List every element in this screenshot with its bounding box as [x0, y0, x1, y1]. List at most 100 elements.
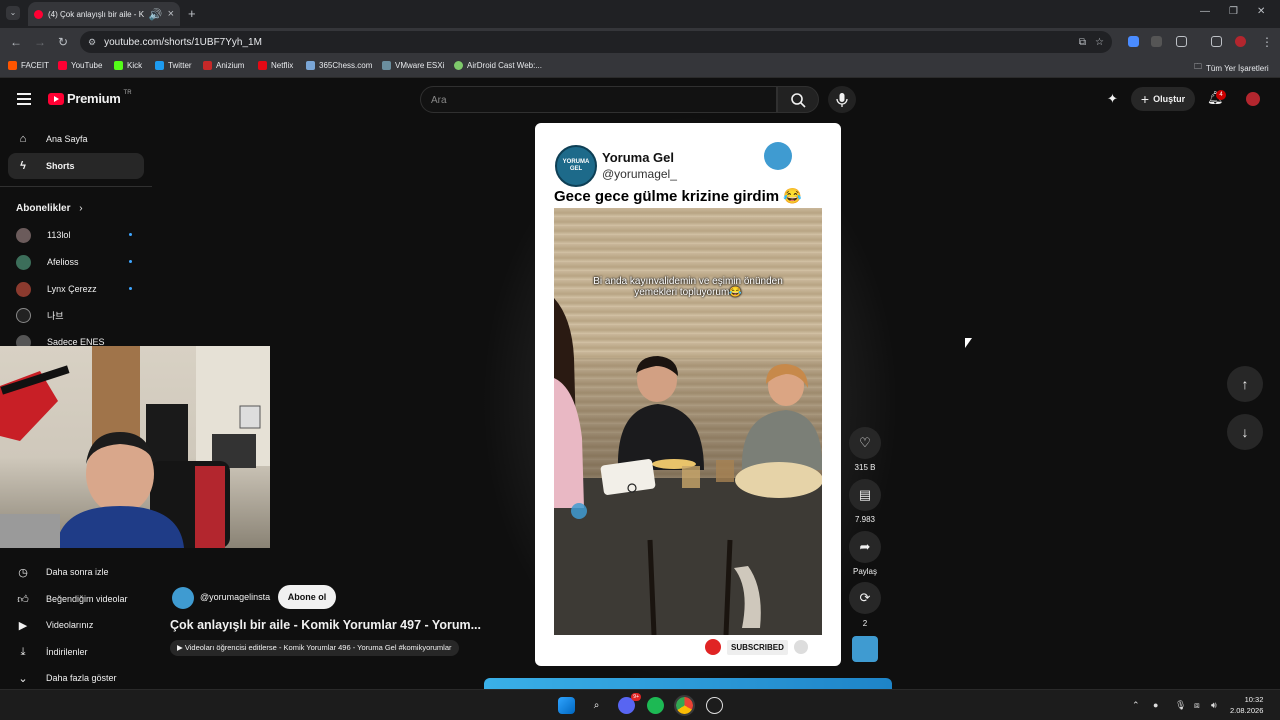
microphone-tray-icon[interactable]: 🎙︎: [1175, 700, 1186, 711]
meta-channel-handle[interactable]: @yorumagelinsta: [200, 592, 270, 602]
windows-taskbar: ⌕ 9+ ⌃ ● 🎙︎ ⧈ 🔊︎ 10:32 2.08.2026: [0, 689, 1280, 720]
address-bar[interactable]: ⚙ youtube.com/shorts/1UBF7Yyh_1M ⧉ ☆: [80, 31, 1112, 53]
previous-short-button[interactable]: ↑: [1227, 366, 1263, 402]
bell-icon: [793, 640, 808, 654]
sound-channel-thumbnail[interactable]: [852, 636, 878, 662]
remix-icon: ⟳: [859, 590, 871, 605]
bookmark-kick[interactable]: Kick: [114, 61, 142, 70]
create-button[interactable]: + Oluştur: [1131, 87, 1195, 111]
bookmark-faceit[interactable]: FACEIT: [8, 61, 49, 70]
start-windows-icon[interactable]: [558, 697, 575, 714]
channel-avatar: [16, 281, 31, 297]
tab-close-icon[interactable]: ×: [168, 8, 174, 20]
extension-icon[interactable]: [1128, 36, 1139, 47]
card-channel-handle: @yorumagel_: [602, 167, 677, 181]
clock-date: 2.08.2026: [1230, 706, 1264, 715]
extension-icon[interactable]: [1151, 36, 1162, 47]
bookmark-star-icon[interactable]: ☆: [1095, 37, 1104, 48]
cast-icon[interactable]: ⧉: [1079, 37, 1086, 48]
new-content-dot: [129, 233, 132, 236]
voice-search-button[interactable]: [828, 86, 856, 113]
steam-tray-icon[interactable]: ●: [1153, 700, 1158, 710]
bookmark-netflix[interactable]: Netflix: [258, 61, 293, 70]
network-icon[interactable]: ⧈: [1194, 700, 1200, 711]
volume-icon[interactable]: 🔊︎: [1211, 700, 1217, 711]
new-tab-button[interactable]: +: [188, 6, 196, 21]
bookmark-365chess[interactable]: 365Chess.com: [306, 61, 372, 70]
next-short-button[interactable]: ↓: [1227, 414, 1263, 450]
webcam-overlay: [0, 346, 270, 548]
youtube-favicon: [34, 9, 43, 19]
taskbar-search-icon[interactable]: ⌕: [588, 697, 605, 714]
sidebar-item-liked-videos[interactable]: 👍︎ Beğendiğim videolar: [8, 586, 144, 612]
subscription-item[interactable]: Lynx Çerezz: [16, 279, 136, 299]
youtube-logo[interactable]: Premium TR: [48, 90, 132, 106]
subscription-item[interactable]: 113lol: [16, 225, 136, 245]
tab-search-button[interactable]: ⌄: [6, 6, 20, 20]
bookmark-vmware[interactable]: VMware ESXi: [382, 61, 444, 70]
browser-menu-icon[interactable]: ⋮: [1261, 35, 1273, 49]
browser-tab-strip: ⌄ (4) Çok anlayışlı bir aile - Ko 🔊 × + …: [0, 0, 1280, 28]
spotify-icon[interactable]: [647, 697, 664, 714]
discord-icon[interactable]: 9+: [618, 693, 641, 714]
new-content-dot: [129, 287, 132, 290]
subscriptions-header[interactable]: Abonelikler ›: [16, 203, 83, 214]
microphone-icon: [836, 93, 848, 107]
tray-overflow-icon[interactable]: ⌃: [1132, 700, 1140, 711]
reading-list-icon[interactable]: [1211, 36, 1222, 47]
folder-icon: 🗀: [1194, 62, 1202, 71]
new-content-dot: [129, 260, 132, 263]
restore-icon[interactable]: ❐: [1229, 6, 1238, 17]
reload-icon[interactable]: ↻: [58, 35, 68, 49]
forward-icon[interactable]: →: [34, 35, 46, 49]
shorts-video-player[interactable]: YORUMA GEL Yoruma Gel @yorumagel_ Gece g…: [535, 123, 841, 666]
all-bookmarks-folder[interactable]: 🗀 Tüm Yer İşaretleri: [1194, 61, 1269, 75]
like-button[interactable]: ♡: [849, 427, 881, 459]
subscription-item[interactable]: 나브: [16, 305, 136, 325]
comment-count: 7.983: [854, 515, 876, 524]
sidebar-item-watch-later[interactable]: ◷ Daha sonra izle: [8, 559, 144, 585]
site-info-icon[interactable]: ⚙: [88, 37, 96, 48]
gemini-sparkle-icon[interactable]: ✦: [1107, 91, 1118, 107]
sidebar-item-home[interactable]: ⌂ Ana Sayfa: [8, 126, 144, 152]
menu-icon[interactable]: [17, 93, 31, 105]
sidebar-item-downloads[interactable]: ⤓ İndirilenler: [8, 639, 144, 665]
arrow-down-icon: ↓: [1241, 424, 1249, 440]
related-video-chip[interactable]: ▶ Videoları öğrencisi editlerse - Komik …: [170, 640, 459, 656]
search-button[interactable]: [777, 86, 819, 113]
system-clock[interactable]: 10:32 2.08.2026: [1230, 694, 1263, 716]
comment-icon: ▤: [858, 487, 872, 502]
chrome-icon[interactable]: [674, 695, 695, 716]
subscription-item[interactable]: Afelioss: [16, 252, 136, 272]
webcam-feed-image: [0, 346, 270, 548]
subscribe-button[interactable]: Abone ol: [278, 585, 336, 609]
play-icon: ▶: [177, 643, 185, 652]
remix-count: 2: [862, 619, 868, 628]
subscribed-strip: SUBSCRIBED: [705, 636, 823, 658]
share-button[interactable]: ➦: [849, 531, 881, 563]
sidebar-item-show-more[interactable]: ⌄ Daha fazla göster: [8, 665, 144, 691]
back-icon[interactable]: ←: [10, 35, 22, 49]
extensions-puzzle-icon[interactable]: [1176, 36, 1187, 47]
comments-button[interactable]: ▤: [849, 479, 881, 511]
sidebar-item-shorts[interactable]: ϟ Shorts: [8, 153, 144, 179]
bookmark-anizium[interactable]: Anizium: [203, 61, 244, 70]
sidebar-divider: [0, 186, 152, 187]
chevron-down-icon: ⌄: [18, 672, 28, 685]
bookmark-youtube[interactable]: YouTube: [58, 61, 102, 70]
meta-channel-avatar[interactable]: [172, 587, 194, 609]
channel-avatar: [16, 307, 31, 323]
bookmark-twitter[interactable]: Twitter: [155, 61, 192, 70]
bookmark-airdroid[interactable]: AirDroid Cast Web:...: [454, 61, 542, 70]
account-avatar[interactable]: [1246, 92, 1260, 106]
sidebar-item-your-videos[interactable]: ▶ Videolarınız: [8, 612, 144, 638]
search-input[interactable]: Ara: [420, 86, 777, 113]
audio-icon[interactable]: 🔊: [149, 8, 163, 21]
window-close-icon[interactable]: ✕: [1257, 6, 1265, 17]
remix-button[interactable]: ⟳: [849, 582, 881, 614]
profile-avatar[interactable]: [1235, 36, 1246, 47]
notification-count-badge: 4: [1216, 90, 1226, 100]
minimize-icon[interactable]: —: [1200, 6, 1210, 17]
browser-tab-active[interactable]: (4) Çok anlayışlı bir aile - Ko 🔊 ×: [28, 2, 180, 26]
steam-like-icon[interactable]: [706, 697, 723, 714]
